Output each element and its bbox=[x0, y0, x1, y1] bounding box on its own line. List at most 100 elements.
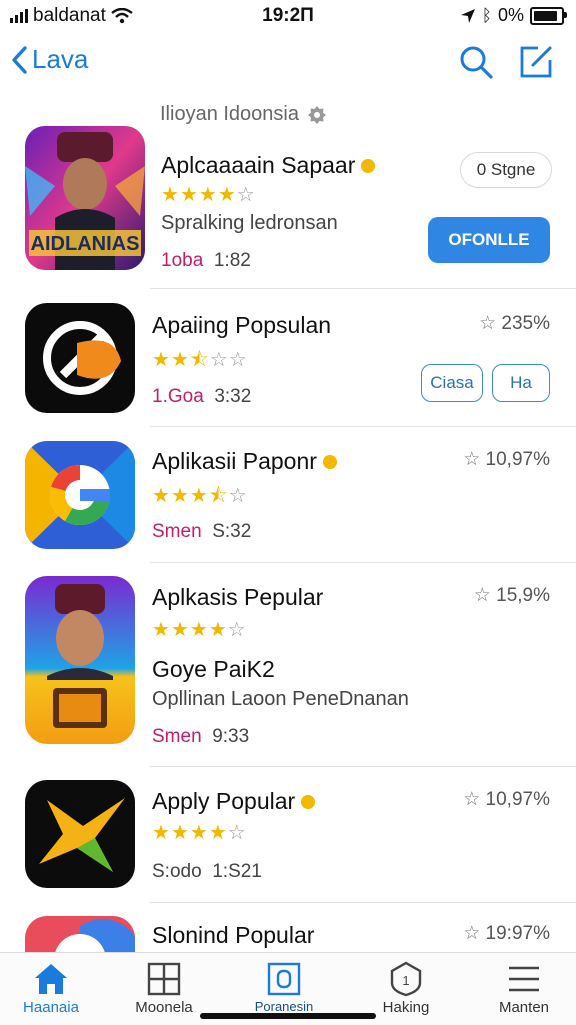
back-label: Lava bbox=[32, 44, 89, 74]
shield-icon: 1 bbox=[390, 961, 422, 997]
tab-label: Poranesin bbox=[254, 999, 314, 1014]
app-title[interactable]: Aplkasis Pepular bbox=[152, 584, 323, 611]
back-button[interactable]: Lava bbox=[10, 44, 88, 75]
star-outline-icon: ☆ bbox=[463, 449, 481, 470]
star-filled-icon: ★ bbox=[170, 485, 190, 507]
app-pill-button[interactable]: 0 Stgne bbox=[460, 152, 552, 188]
tab-models[interactable]: Moonela bbox=[116, 959, 212, 1016]
location-icon bbox=[460, 8, 475, 23]
app-percent: ☆ 10,97% bbox=[463, 449, 550, 470]
star-filled-icon: ★ bbox=[189, 485, 209, 507]
star-half-icon: ⯪ bbox=[189, 349, 210, 371]
badge-icon bbox=[361, 158, 376, 173]
app-icon-5[interactable] bbox=[25, 780, 135, 888]
app-line-2: Goye PaiK2 bbox=[152, 656, 275, 682]
section-title: Ilioyan Idoonsia bbox=[160, 103, 299, 125]
star-filled-icon: ★ bbox=[170, 619, 190, 641]
star-outline-icon: ☆ bbox=[479, 313, 497, 334]
star-outline-icon: ☆ bbox=[473, 585, 491, 606]
svg-text:AIDLANIAS: AIDLANIAS bbox=[31, 233, 140, 255]
status-bar: baldanat 19:2Π ᛒ 0% bbox=[0, 0, 576, 34]
divider bbox=[150, 426, 576, 427]
settings-badge-icon bbox=[307, 105, 326, 124]
app-title[interactable]: Aplikasii Paponr bbox=[152, 448, 337, 475]
tab-ranking[interactable]: 1 Haking bbox=[358, 959, 454, 1016]
star-empty-icon: ☆ bbox=[227, 822, 247, 844]
star-empty-icon: ☆ bbox=[209, 349, 229, 371]
tab-label: Manten bbox=[498, 999, 550, 1016]
star-filled-icon: ★ bbox=[189, 822, 209, 844]
badge-icon bbox=[301, 794, 316, 809]
star-filled-icon: ★ bbox=[170, 822, 190, 844]
battery-fill bbox=[534, 10, 558, 21]
app-meta: S:odo 1:S21 bbox=[152, 861, 262, 882]
rating-stars: ★★★⯪☆ bbox=[152, 481, 248, 515]
app-meta: 1.Goa 3:32 bbox=[152, 386, 252, 407]
star-filled-icon: ★ bbox=[161, 184, 180, 206]
star-filled-icon: ★ bbox=[152, 485, 171, 507]
battery-icon bbox=[530, 6, 567, 25]
app-title[interactable]: Aplcaaaain Sapaar bbox=[161, 152, 376, 179]
star-filled-icon: ★ bbox=[217, 184, 237, 206]
tab-menu[interactable]: Manten bbox=[476, 959, 572, 1016]
home-indicator[interactable] bbox=[200, 1013, 376, 1019]
rating-stars: ★★⯪☆☆ bbox=[152, 345, 248, 379]
get-button[interactable]: OFONLLE bbox=[428, 217, 550, 263]
app-action-button[interactable]: Ha bbox=[492, 364, 550, 402]
app-meta: 1oba 1:82 bbox=[161, 250, 251, 271]
section-header: Ilioyan Idoonsia bbox=[160, 103, 327, 126]
star-filled-icon: ★ bbox=[208, 822, 228, 844]
rating-stars: ★★★★☆ bbox=[152, 617, 247, 642]
search-icon[interactable] bbox=[458, 44, 494, 80]
divider bbox=[150, 562, 576, 563]
app-icon-2[interactable] bbox=[25, 303, 135, 413]
compose-icon[interactable] bbox=[518, 44, 554, 80]
menu-icon bbox=[509, 966, 539, 992]
star-filled-icon: ★ bbox=[152, 349, 171, 371]
app-subtitle: Spralking ledronsan bbox=[161, 212, 338, 234]
app-meta: Smen 9:33 bbox=[152, 726, 250, 747]
tab-center[interactable]: Poranesin bbox=[236, 959, 332, 1014]
home-icon bbox=[35, 964, 67, 994]
star-empty-icon: ☆ bbox=[228, 349, 248, 371]
star-empty-icon: ☆ bbox=[227, 619, 247, 641]
svg-text:1: 1 bbox=[402, 973, 409, 988]
star-outline-icon: ☆ bbox=[463, 789, 481, 810]
bluetooth-icon: ᛒ bbox=[481, 5, 492, 25]
app-subtitle: Opllinan Laoon PeneDnanan bbox=[152, 688, 409, 710]
app-icon-4[interactable] bbox=[25, 576, 135, 744]
app-percent: ☆ 235% bbox=[479, 313, 550, 334]
app-icon-1[interactable]: AIDLANIAS bbox=[25, 126, 145, 270]
app-option-button[interactable]: Ciasa bbox=[421, 364, 483, 402]
star-empty-icon: ☆ bbox=[228, 485, 248, 507]
tab-label: Moonela bbox=[135, 999, 193, 1016]
app-percent: ☆ 10,97% bbox=[463, 789, 550, 810]
star-filled-icon: ★ bbox=[152, 619, 171, 641]
badge-icon bbox=[322, 454, 337, 469]
nav-bar: Lava bbox=[0, 38, 576, 88]
rating-stars: ★★★★☆ bbox=[152, 820, 247, 845]
app-title[interactable]: Slonind Popular bbox=[152, 922, 314, 949]
box-icon bbox=[267, 962, 301, 996]
star-half-icon: ⯪ bbox=[208, 485, 229, 507]
app-icon-6[interactable] bbox=[25, 916, 135, 956]
app-percent: ☆ 15,9% bbox=[473, 585, 550, 606]
rating-stars: ★★★★☆ bbox=[161, 182, 256, 207]
battery-percent: 0% bbox=[497, 5, 524, 25]
star-filled-icon: ★ bbox=[152, 822, 171, 844]
star-filled-icon: ★ bbox=[179, 184, 199, 206]
app-icon-3[interactable] bbox=[25, 441, 135, 549]
app-title[interactable]: Apply Popular bbox=[152, 788, 316, 815]
app-percent: ☆ 19:97% bbox=[463, 923, 550, 944]
star-filled-icon: ★ bbox=[198, 184, 218, 206]
divider bbox=[150, 902, 576, 903]
app-title[interactable]: Apaiing Popsulan bbox=[152, 312, 331, 339]
divider bbox=[150, 288, 576, 289]
chevron-left-icon bbox=[12, 45, 27, 74]
tab-label: Haanaia bbox=[23, 999, 79, 1016]
star-outline-icon: ☆ bbox=[463, 923, 481, 944]
grid-icon bbox=[147, 962, 181, 996]
tab-home[interactable]: Haanaia bbox=[3, 959, 99, 1016]
star-filled-icon: ★ bbox=[208, 619, 228, 641]
star-filled-icon: ★ bbox=[170, 349, 190, 371]
